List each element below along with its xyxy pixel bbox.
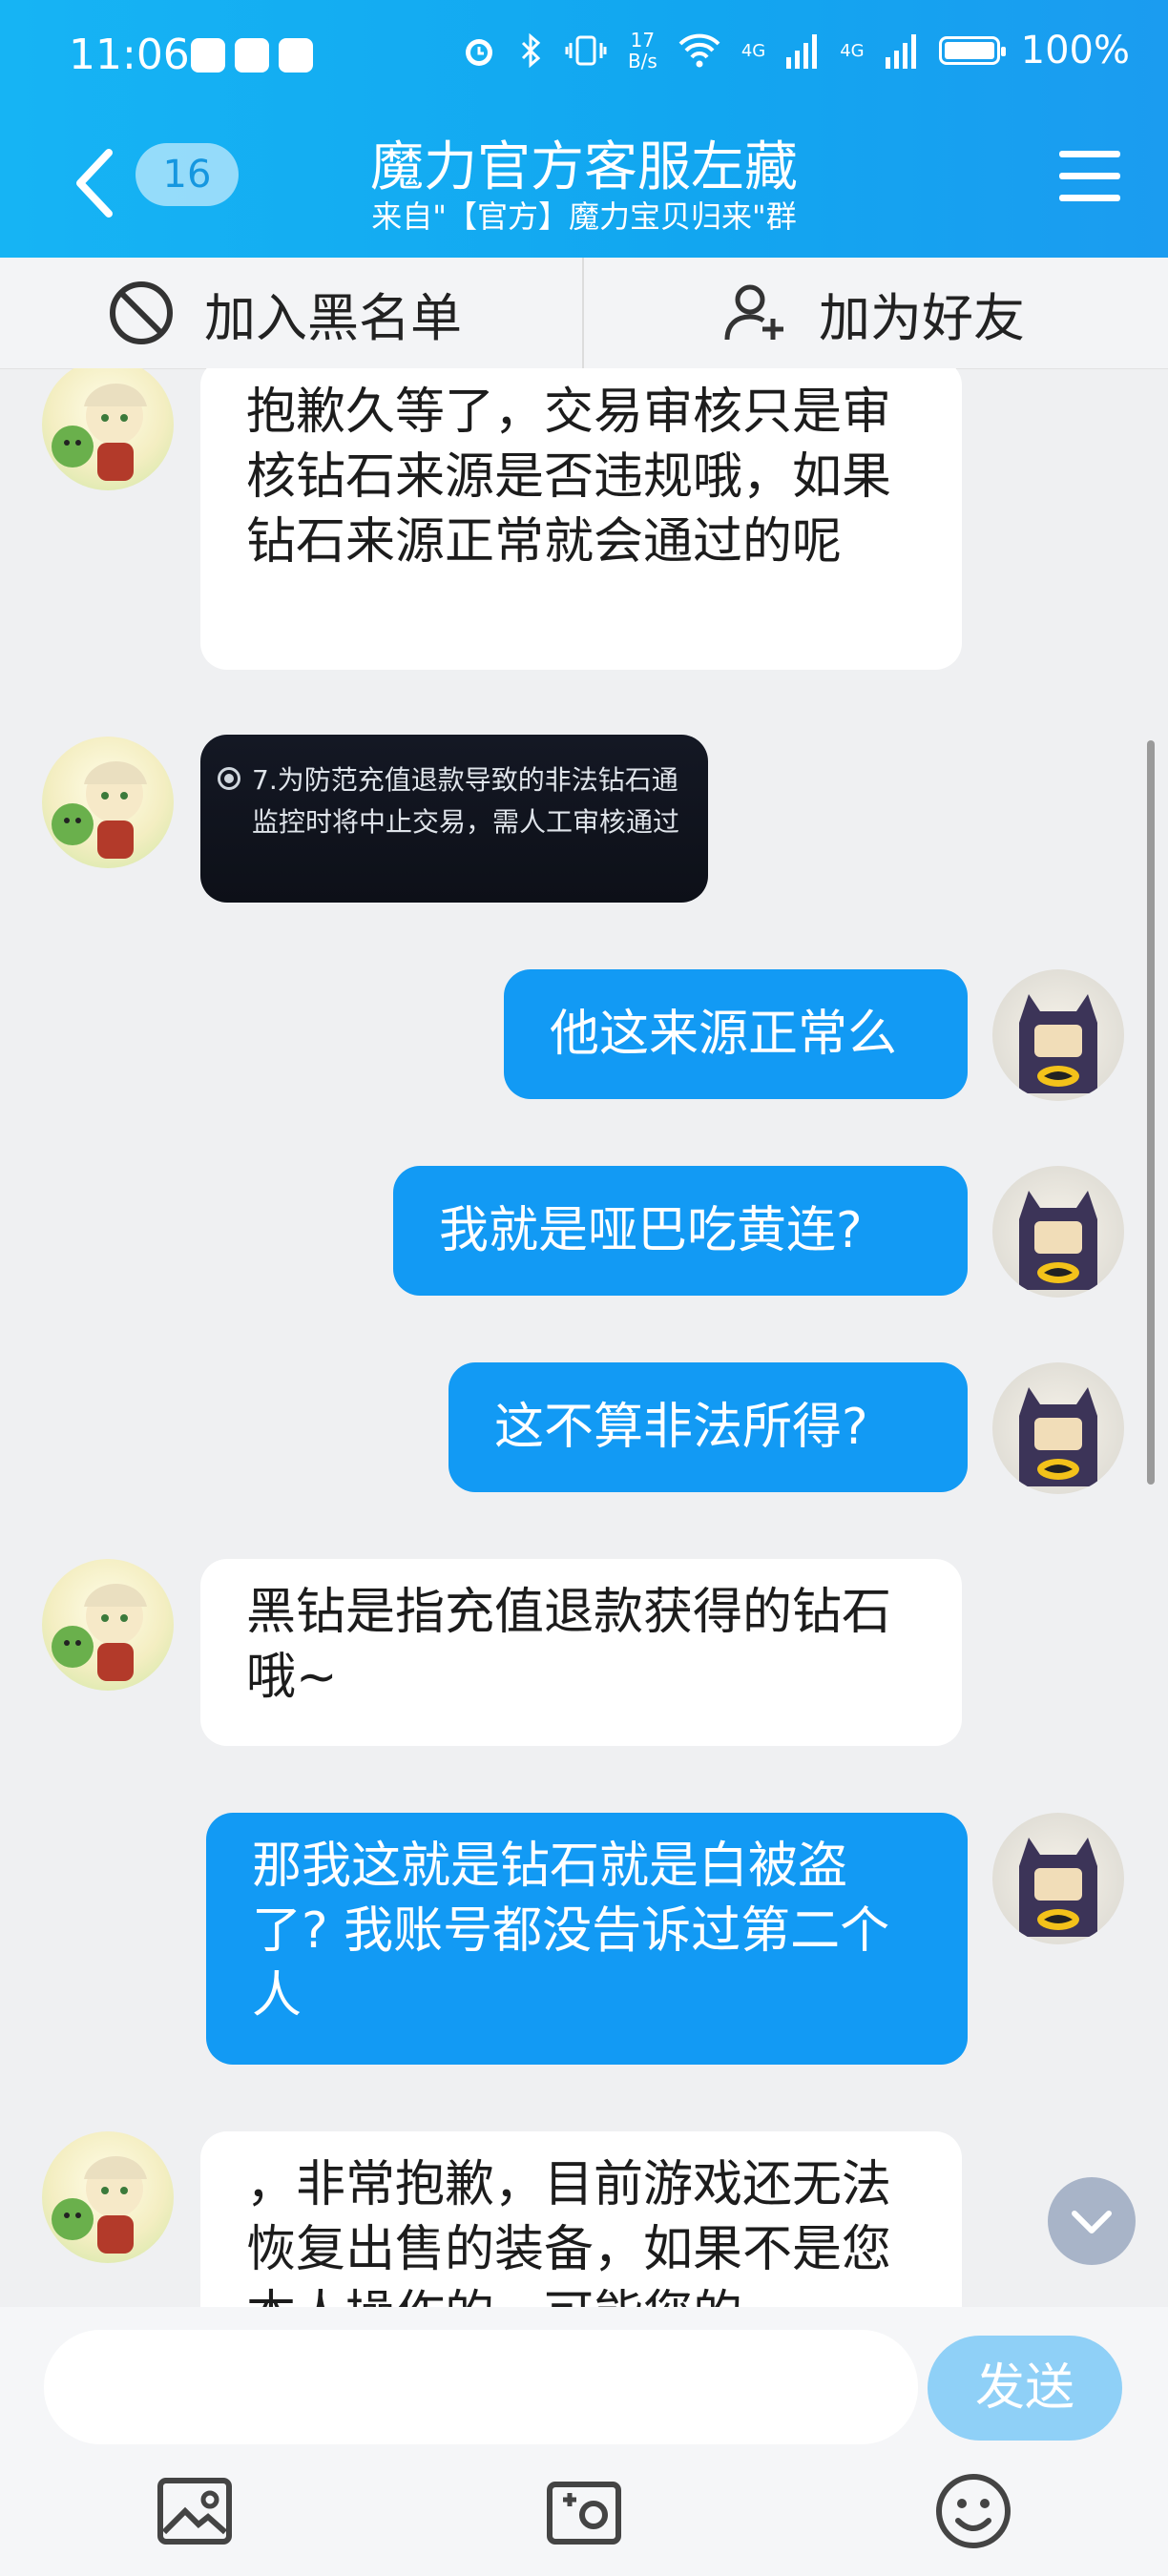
avatar[interactable] — [42, 2131, 174, 2263]
message-input[interactable] — [44, 2330, 918, 2444]
battery-icon — [938, 36, 1006, 65]
alarm-icon — [465, 39, 492, 66]
header: 11:06 17 B/s 4G 4G 100% 16 魔力官方客服左藏 来自"【官… — [0, 0, 1168, 258]
message-bubble[interactable]: 这不算非法所得? — [448, 1362, 968, 1492]
signal-label: 4G — [840, 40, 865, 61]
app-notification-icon — [235, 38, 269, 73]
add-friend-label: 加为好友 — [819, 287, 1025, 348]
block-button[interactable]: 加入黑名单 — [107, 258, 462, 368]
chat-area[interactable]: 抱歉久等了，交易审核只是审核钻石来源是否违规哦，如果钻石来源正常就会通过的呢 7… — [0, 368, 1168, 2307]
avatar[interactable] — [992, 969, 1124, 1101]
message-bubble[interactable]: 我就是哑巴吃黄连? — [393, 1166, 968, 1296]
menu-icon[interactable] — [1059, 151, 1120, 204]
message-bubble[interactable]: 那我这就是钻石就是白被盗了? 我账号都没告诉过第二个人 — [206, 1813, 968, 2065]
status-bar: 11:06 17 B/s 4G 4G 100% — [0, 0, 1168, 114]
nav-bar: 16 魔力官方客服左藏 来自"【官方】魔力宝贝归来"群 — [0, 114, 1168, 258]
image-text: 7.为防范充值退款导致的非法钻石通 — [252, 764, 678, 796]
avatar[interactable] — [992, 1166, 1124, 1298]
emoji-icon[interactable] — [933, 2471, 1013, 2551]
image-icon[interactable] — [155, 2471, 235, 2551]
status-time: 11:06 — [69, 31, 190, 79]
scrollbar[interactable] — [1147, 740, 1155, 1485]
message-bubble[interactable]: 抱歉久等了，交易审核只是审核钻石来源是否违规哦，如果钻石来源正常就会通过的呢 — [200, 368, 962, 670]
message-bubble[interactable]: 他这来源正常么 — [504, 969, 968, 1099]
avatar[interactable] — [992, 1813, 1124, 1944]
signal-label: 4G — [740, 40, 766, 61]
block-icon — [110, 281, 173, 344]
scroll-down-button[interactable] — [1048, 2177, 1136, 2265]
scroll-down-icon — [1072, 2211, 1112, 2233]
camera-icon[interactable] — [544, 2471, 624, 2551]
add-friend-button[interactable]: 加为好友 — [721, 258, 1025, 368]
image-text: 监控时将中止交易，需人工审核通过 — [252, 806, 680, 838]
send-button[interactable]: 发送 — [928, 2336, 1122, 2441]
battery-level: 100% — [1020, 29, 1130, 73]
wifi-icon — [678, 33, 720, 68]
avatar[interactable] — [42, 368, 174, 490]
page-title: 魔力官方客服左藏 — [370, 136, 798, 198]
app-notification-icon — [191, 38, 225, 73]
radio-icon — [218, 767, 240, 790]
app-notification-icon — [279, 38, 313, 73]
bluetooth-icon — [521, 32, 541, 69]
signal-icon — [885, 34, 916, 69]
status-right: 17 B/s 4G 4G 100% — [460, 29, 1130, 73]
page-subtitle: 来自"【官方】魔力宝贝归来"群 — [371, 198, 797, 235]
signal-icon — [786, 34, 818, 69]
message-bubble[interactable]: ，非常抱歉，目前游戏还无法恢复出售的装备，如果不是您本人操作的，可能您的 — [200, 2131, 962, 2307]
avatar[interactable] — [992, 1362, 1124, 1494]
action-bar: 加入黑名单 加为好友 — [0, 258, 1168, 369]
message-bubble[interactable]: 黑钻是指充值退款获得的钻石哦~ — [200, 1559, 962, 1746]
avatar[interactable] — [42, 737, 174, 868]
vibrate-icon — [565, 35, 607, 66]
image-message[interactable]: 7.为防范充值退款导致的非法钻石通 监控时将中止交易，需人工审核通过 — [200, 735, 708, 903]
block-label: 加入黑名单 — [204, 287, 462, 348]
add-friend-icon — [724, 284, 783, 341]
input-bar: 发送 — [0, 2307, 1168, 2576]
avatar[interactable] — [42, 1559, 174, 1691]
net-speed: 17 B/s — [627, 29, 657, 73]
divider — [582, 258, 584, 368]
